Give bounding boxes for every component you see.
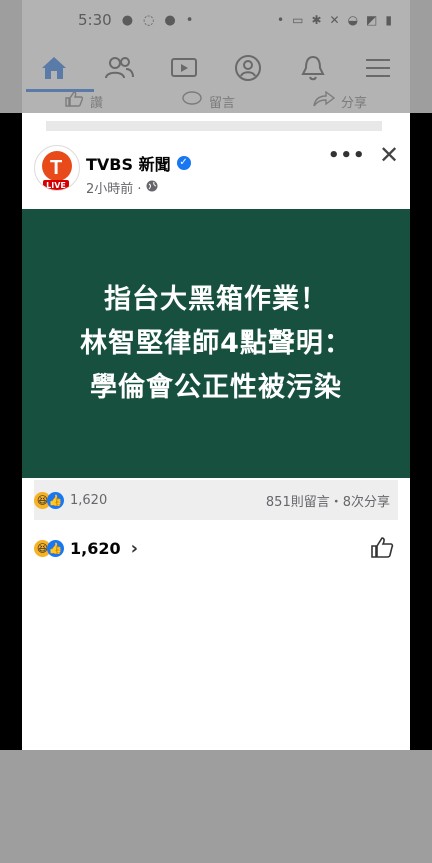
status-system-icons: • ▭ ✱ ✕ ◒ ◩ ▮ [277, 13, 392, 27]
page-name-row[interactable]: TVBS 新聞 ✓ [86, 151, 191, 175]
svg-text:T: T [50, 157, 62, 179]
share-action[interactable]: 分享 [313, 90, 368, 111]
post-image[interactable]: 指台大黑箱作業！ 林智堅律師4點聲明： 學倫會公正性被污染 [22, 209, 410, 478]
wifi-icon: ◒ [347, 13, 359, 27]
dot-icon: • [185, 12, 194, 28]
banner-line-1: 指台大黑箱作業！ [104, 283, 328, 315]
card-top-divider [46, 121, 382, 131]
sync-icon: ◌ [143, 12, 155, 28]
android-icon: ● [164, 12, 176, 28]
battery-icon: ▮ [385, 13, 392, 27]
banner-line-2: 林智堅律師4點聲明： [80, 327, 352, 359]
android-icon: ● [121, 12, 134, 28]
mute-icon: ✕ [329, 13, 340, 27]
reaction-summary-row[interactable]: 😆 👍 1,620 › [34, 535, 398, 561]
cast-icon: ▭ [292, 13, 304, 27]
verified-badge-icon: ✓ [176, 156, 191, 170]
share-label: 分享 [341, 95, 368, 111]
status-time: 5:30 [78, 11, 112, 29]
feed-post-actions-behind: 讚 留言 分享 [22, 90, 410, 111]
facebook-nav-bar [22, 40, 410, 95]
bell-icon[interactable] [297, 52, 329, 84]
dimmed-backdrop-bottom[interactable] [0, 750, 432, 863]
like-reaction-icon: 👍 [47, 491, 64, 509]
reaction-count[interactable]: 1,620 [70, 493, 107, 508]
dot-icon: • [277, 13, 285, 27]
banner-line-3: 學倫會公正性被污染 [90, 371, 342, 403]
more-options-button[interactable]: ••• [328, 145, 365, 166]
like-label: 讚 [90, 95, 104, 111]
post-timestamp[interactable]: 2小時前 · [86, 178, 142, 197]
no-sim-icon: ◩ [366, 13, 378, 27]
comments-shares-count[interactable]: 851則留言・8次分享 [266, 491, 390, 510]
live-badge: LIVE [43, 180, 69, 190]
reaction-summary-count: 1,620 [70, 538, 121, 558]
page-avatar[interactable]: T LIVE [34, 145, 80, 191]
page-name[interactable]: TVBS 新聞 [86, 151, 171, 175]
profile-icon[interactable] [232, 52, 264, 84]
post-meta: 2小時前 · [86, 178, 158, 197]
like-icon[interactable] [370, 536, 394, 560]
menu-icon[interactable] [362, 52, 394, 84]
close-button[interactable]: ✕ [376, 143, 402, 169]
video-icon[interactable] [168, 52, 200, 84]
status-notification-icons: ● ◌ ● • [122, 13, 194, 28]
like-reaction-icon: 👍 [47, 539, 64, 557]
comment-action[interactable]: 留言 [181, 91, 235, 111]
comment-label: 留言 [209, 95, 236, 111]
post-stats-row: 😆 👍 1,620 851則留言・8次分享 [34, 480, 398, 520]
comment-icon [181, 91, 203, 111]
like-action[interactable]: 讚 [64, 91, 103, 111]
like-icon [64, 91, 84, 111]
home-icon[interactable] [38, 52, 70, 84]
bluetooth-icon: ✱ [311, 13, 322, 27]
post-header: T LIVE TVBS 新聞 ✓ 2小時前 · ••• ✕ [34, 143, 404, 200]
friends-icon[interactable] [103, 52, 135, 84]
status-bar: 5:30 ● ◌ ● • • ▭ ✱ ✕ ◒ ◩ ▮ [22, 0, 410, 40]
globe-icon [146, 180, 158, 196]
share-icon [313, 90, 336, 111]
chevron-right-icon: › [130, 537, 139, 559]
